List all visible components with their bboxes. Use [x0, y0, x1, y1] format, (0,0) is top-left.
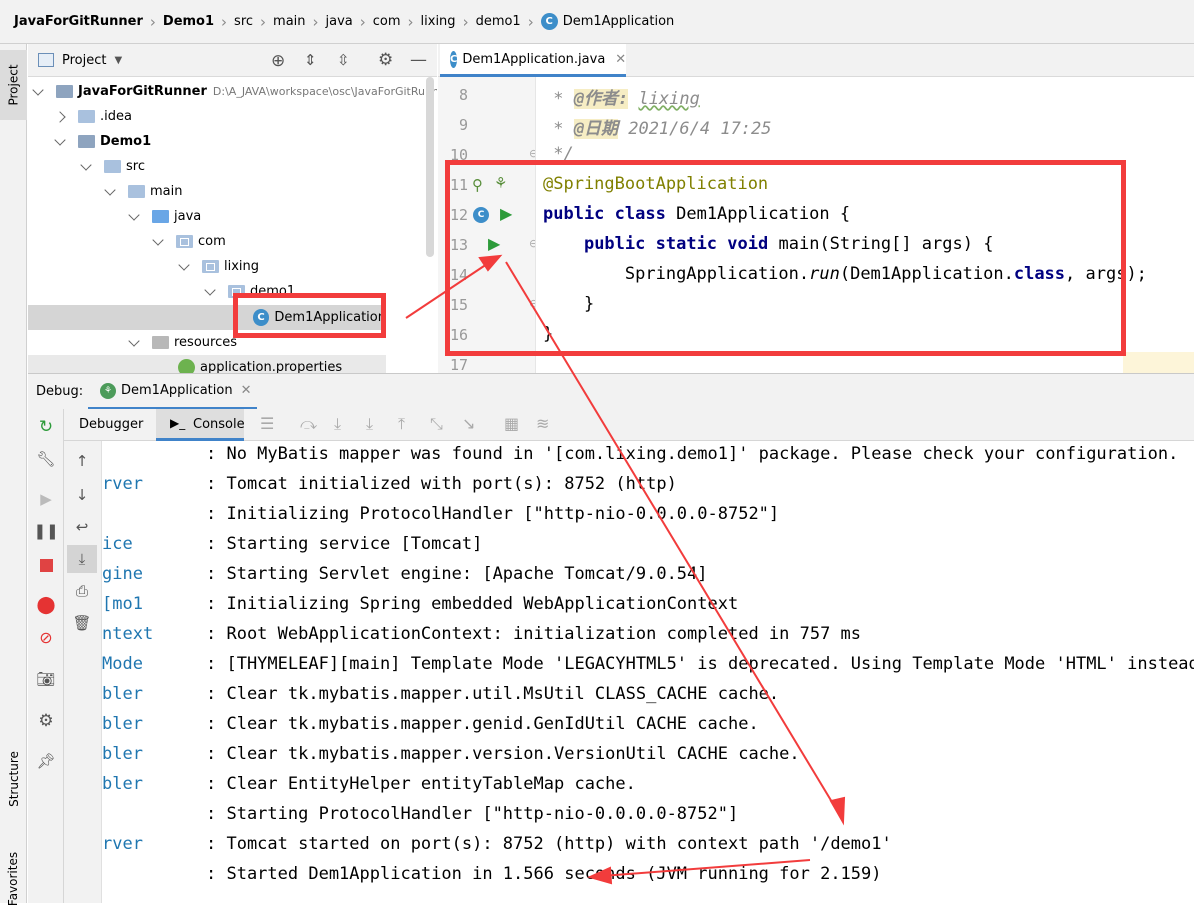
arrowhead	[478, 254, 503, 272]
arrow-to-run-icon	[405, 261, 491, 319]
arrow-to-started-line	[601, 859, 811, 877]
annotation-arrows	[405, 254, 846, 885]
arrow-to-console	[505, 261, 839, 813]
arrowhead	[587, 866, 613, 885]
arrowhead	[829, 796, 846, 826]
